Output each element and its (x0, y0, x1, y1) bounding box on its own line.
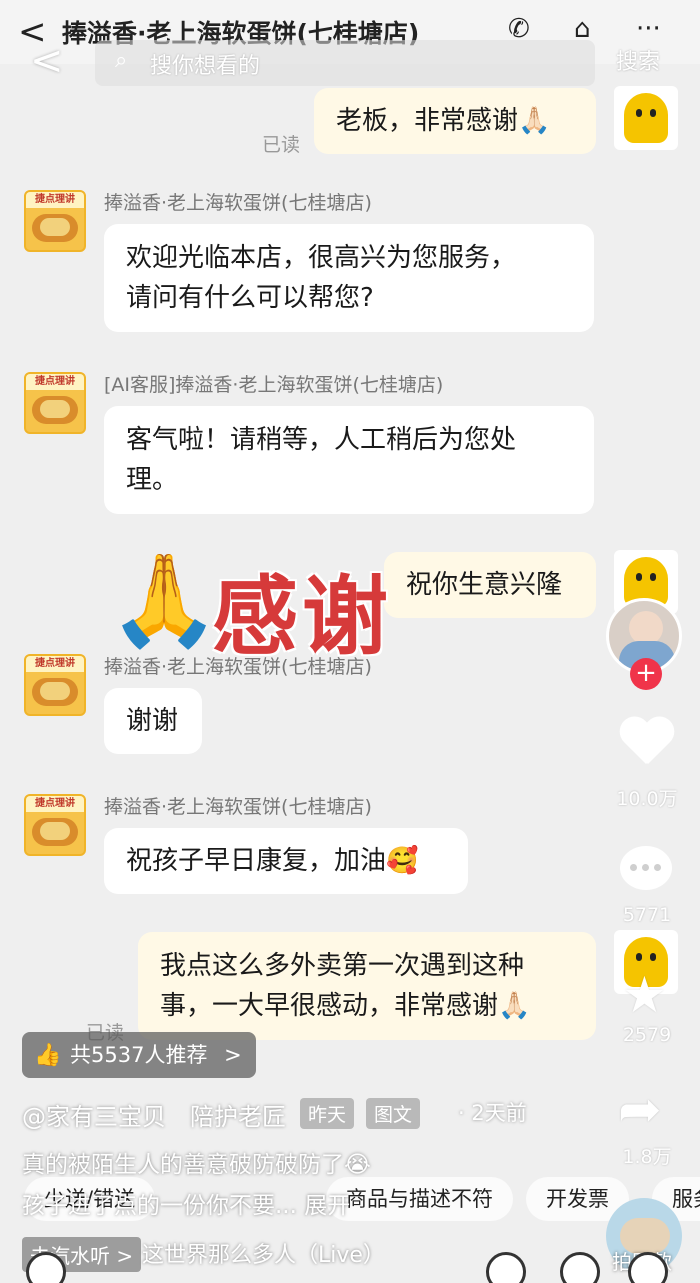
sender-name: 捧溢香·老上海软蛋饼(七桂塘店) (104, 796, 372, 818)
quick-reply-chip[interactable]: 商品与描述不符 (326, 1177, 513, 1221)
message-bubble-left: 客气啦！请稍等，人工稍后为您处 理。 (104, 406, 594, 514)
praying-hands-sticker: 🙏 (108, 548, 221, 653)
search-placeholder: 搜你想看的 (150, 54, 261, 79)
read-status: 已读 (262, 134, 301, 156)
post-date: · 2天前 (458, 1101, 527, 1125)
sender-name: 捧溢香·老上海软蛋饼(七桂塘店) (104, 192, 372, 214)
comment-icon[interactable] (620, 846, 672, 890)
message-bubble-left: 谢谢 (104, 688, 202, 754)
share-count: 1.8万 (622, 1146, 672, 1168)
like-count: 10.0万 (616, 788, 678, 810)
message-bubble-right: 祝你生意兴隆 (384, 552, 596, 618)
message-bubble-right: 我点这么多外卖第一次遇到这种 事，一大早很感动，非常感谢🙏🏻 (138, 932, 596, 1040)
shop-avatar: 捷点理讲 (24, 794, 86, 856)
follow-plus-icon[interactable]: + (630, 658, 662, 690)
thumbs-up-icon: 👍 (34, 1043, 62, 1068)
recommend-count: 共5537人推荐 (70, 1043, 208, 1067)
shop-avatar: 捷点理讲 (24, 372, 86, 434)
caption-expand[interactable]: 孩子进了点的一份你不要... 展开 (22, 1186, 350, 1220)
message-bubble-left: 祝孩子早日康复，加油🥰 (104, 828, 468, 894)
sender-name: 捧溢香·老上海软蛋饼(七桂塘店) (104, 656, 372, 678)
more-icon[interactable]: ··· (636, 14, 661, 44)
search-icon: ⌕ (115, 48, 128, 73)
search-input[interactable]: ⌕ 搜你想看的 (95, 40, 595, 86)
emoji-icon-2[interactable] (560, 1252, 600, 1283)
music-title[interactable]: 这世界那么多人（Live） (142, 1237, 385, 1269)
meta-time: 昨天 (300, 1098, 355, 1129)
shop-avatar: 捷点理讲 (24, 654, 86, 716)
caption: 真的被陌生人的善意破防破防了😭 (22, 1152, 371, 1178)
user-avatar (614, 86, 678, 150)
share-icon[interactable]: ➦ (618, 1080, 662, 1140)
search-button[interactable]: 搜索 (616, 44, 660, 76)
back-icon[interactable]: < (30, 38, 64, 84)
favorite-icon[interactable]: ★ (622, 966, 667, 1024)
message-bubble-left: 欢迎光临本店，很高兴为您服务， 请问有什么可以帮您? (104, 224, 594, 332)
chevron-right-icon: > (224, 1043, 242, 1067)
message-bubble-right: 老板，非常感谢🙏🏻 (314, 88, 596, 154)
like-icon[interactable] (618, 718, 674, 768)
emoji-icon[interactable] (486, 1252, 526, 1283)
favorite-count: 2579 (622, 1024, 672, 1046)
author-name[interactable]: @家有三宝贝 陪护老匠 (22, 1097, 286, 1132)
meta-type: 图文 (366, 1098, 421, 1129)
comment-count: 5771 (622, 904, 672, 926)
sender-name: [AI客服]捧溢香·老上海软蛋饼(七桂塘店) (104, 374, 444, 396)
shop-avatar: 捷点理讲 (24, 190, 86, 252)
